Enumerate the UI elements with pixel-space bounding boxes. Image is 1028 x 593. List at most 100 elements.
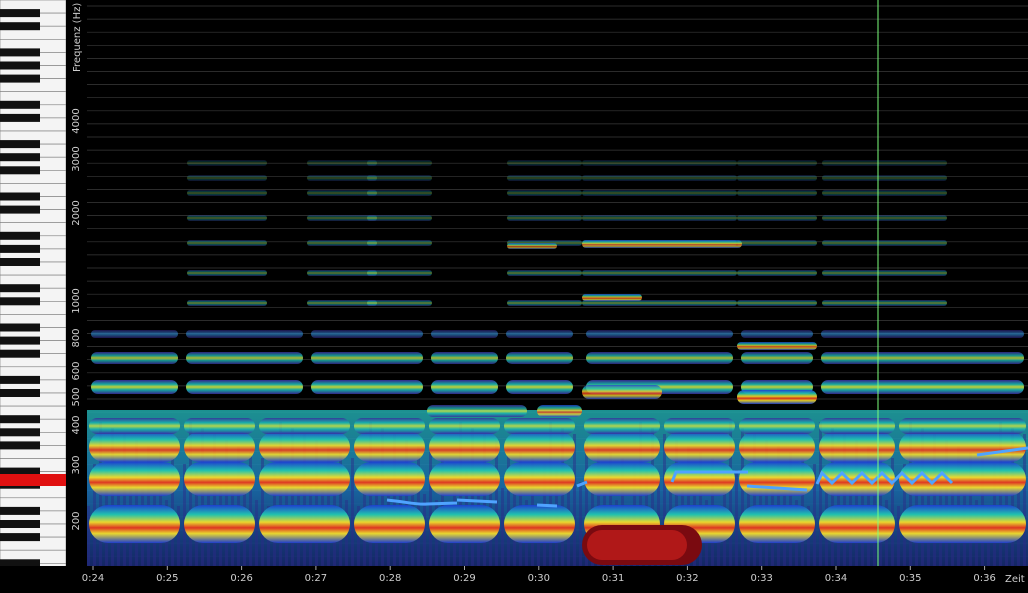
time-tick-label: 0:26 bbox=[230, 573, 252, 584]
harmonic-band bbox=[506, 380, 573, 394]
frequency-axis: Frequenz (Hz) 4000 3000 2000 1000 800 600 500 4… bbox=[66, 0, 87, 566]
harmonic-band bbox=[429, 505, 500, 543]
piano-black-key[interactable] bbox=[0, 428, 40, 437]
piano-black-key[interactable] bbox=[0, 74, 40, 83]
noise-streak bbox=[579, 482, 582, 566]
piano-black-key[interactable] bbox=[0, 415, 40, 424]
piano-black-key[interactable] bbox=[0, 336, 40, 345]
piano-black-key[interactable] bbox=[0, 533, 40, 542]
harmonic-band bbox=[506, 330, 573, 338]
harmonic-band bbox=[311, 330, 423, 338]
piano-black-key[interactable] bbox=[0, 297, 40, 306]
frequency-tick-label: 1000 bbox=[71, 288, 82, 313]
harmonic-band bbox=[186, 330, 303, 338]
piano-black-key[interactable] bbox=[0, 559, 40, 566]
harmonic-band bbox=[737, 175, 817, 181]
time-tick-label: 0:29 bbox=[453, 573, 475, 584]
frequency-axis-title: Frequenz (Hz) bbox=[72, 3, 83, 72]
harmonic-band bbox=[582, 294, 642, 301]
piano-black-key[interactable] bbox=[0, 166, 40, 175]
harmonic-band bbox=[184, 432, 255, 462]
piano-black-key[interactable] bbox=[0, 441, 40, 450]
harmonic-band bbox=[504, 462, 575, 496]
harmonic-band bbox=[307, 300, 377, 306]
time-tick-label: 0:25 bbox=[156, 573, 178, 584]
harmonic-band bbox=[311, 380, 423, 394]
harmonic-band bbox=[739, 432, 815, 462]
harmonic-band bbox=[259, 462, 350, 496]
piano-black-key[interactable] bbox=[0, 375, 40, 384]
harmonic-band bbox=[507, 300, 582, 306]
piano-black-key[interactable] bbox=[0, 22, 40, 31]
harmonic-band bbox=[821, 380, 1024, 394]
harmonic-band bbox=[582, 240, 742, 248]
harmonic-band bbox=[187, 160, 267, 166]
piano-black-key[interactable] bbox=[0, 323, 40, 332]
piano-black-key[interactable] bbox=[0, 113, 40, 122]
noise-streak bbox=[897, 506, 900, 566]
harmonic-band bbox=[741, 330, 813, 338]
time-axis: Zeit 0:24 0:25 0:26 0:27 0:28 0:29 0:30 0:31 0:3… bbox=[0, 566, 1028, 589]
harmonic-band bbox=[431, 330, 498, 338]
harmonic-band bbox=[89, 432, 180, 462]
harmonic-band bbox=[507, 270, 582, 276]
harmonic-band bbox=[89, 418, 180, 434]
time-tick-label: 0:32 bbox=[676, 573, 698, 584]
piano-black-key[interactable] bbox=[0, 506, 40, 515]
harmonic-band bbox=[307, 215, 377, 221]
harmonic-band bbox=[584, 432, 660, 462]
piano-black-key[interactable] bbox=[0, 61, 40, 70]
time-tick-label: 0:36 bbox=[973, 573, 995, 584]
piano-black-key[interactable] bbox=[0, 192, 40, 201]
harmonic-band bbox=[737, 270, 817, 276]
noise-streak bbox=[351, 458, 354, 566]
spectrogram-view[interactable] bbox=[87, 0, 1028, 566]
frequency-tick-label: 500 bbox=[71, 387, 82, 406]
piano-black-key[interactable] bbox=[0, 9, 40, 18]
piano-black-key[interactable] bbox=[0, 153, 40, 162]
harmonic-band bbox=[259, 505, 350, 543]
harmonic-band bbox=[819, 418, 895, 434]
harmonic-band bbox=[354, 505, 425, 543]
piano-black-key[interactable] bbox=[0, 140, 40, 149]
harmonic-band bbox=[307, 175, 377, 181]
piano-black-key[interactable] bbox=[0, 520, 40, 528]
harmonic-band bbox=[429, 418, 500, 434]
time-tick-label: 0:34 bbox=[825, 573, 847, 584]
harmonic-band bbox=[899, 418, 1026, 434]
piano-keyboard[interactable] bbox=[0, 0, 67, 566]
piano-black-key[interactable] bbox=[0, 244, 40, 253]
noise-streak bbox=[417, 446, 420, 566]
harmonic-band bbox=[431, 352, 498, 364]
harmonic-band bbox=[664, 432, 735, 462]
piano-keys[interactable] bbox=[0, 0, 66, 566]
time-tick-label: 0:35 bbox=[899, 573, 921, 584]
harmonic-band bbox=[822, 270, 947, 276]
piano-black-key[interactable] bbox=[0, 258, 40, 266]
time-tick-label: 0:27 bbox=[305, 573, 327, 584]
harmonic-band bbox=[584, 418, 660, 434]
harmonic-band bbox=[737, 240, 817, 246]
harmonic-band bbox=[89, 505, 180, 543]
frequency-tick-label: 300 bbox=[71, 455, 82, 474]
piano-black-key[interactable] bbox=[0, 284, 40, 293]
frequency-tick-label: 2000 bbox=[71, 200, 82, 225]
piano-black-key[interactable] bbox=[0, 100, 40, 109]
harmonic-band bbox=[582, 175, 737, 181]
noise-streak bbox=[501, 488, 504, 566]
harmonic-band bbox=[822, 215, 947, 221]
piano-black-key[interactable] bbox=[0, 205, 40, 214]
harmonic-band bbox=[507, 175, 582, 181]
time-axis-title: Zeit bbox=[1005, 574, 1025, 585]
time-tick-label: 0:28 bbox=[379, 573, 401, 584]
piano-black-key[interactable] bbox=[0, 349, 40, 358]
piano-black-key[interactable] bbox=[0, 389, 40, 397]
piano-black-key[interactable] bbox=[0, 231, 40, 240]
noise-streak bbox=[735, 470, 738, 566]
harmonic-band bbox=[507, 190, 582, 196]
piano-key-highlighted[interactable] bbox=[0, 474, 66, 486]
piano-black-key[interactable] bbox=[0, 48, 40, 57]
harmonic-band bbox=[819, 432, 895, 462]
harmonic-band bbox=[506, 352, 573, 364]
harmonic-band bbox=[822, 175, 947, 181]
